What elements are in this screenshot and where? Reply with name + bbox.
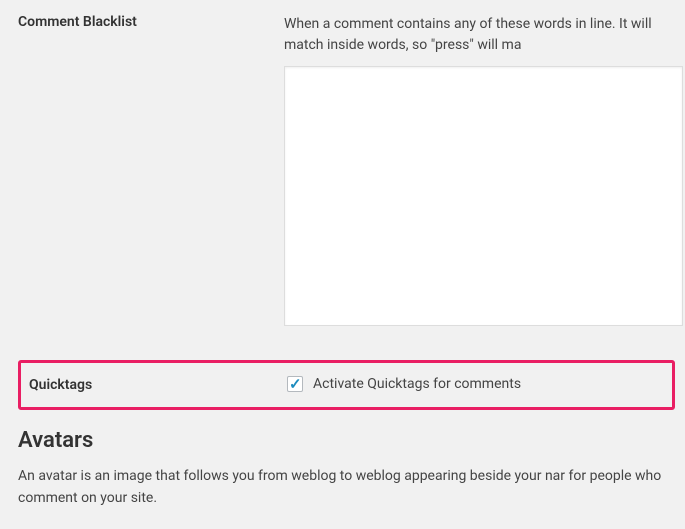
comment-blacklist-field: When a comment contains any of these wor… (284, 14, 685, 330)
quicktags-row: Quicktags Activate Quicktags for comment… (18, 360, 675, 410)
quicktags-label: Quicktags (29, 375, 287, 393)
avatars-description: An avatar is an image that follows you f… (18, 465, 685, 510)
quicktags-field: Activate Quicktags for comments (287, 376, 521, 392)
comment-blacklist-label: Comment Blacklist (18, 14, 284, 30)
quicktags-checkbox-label: Activate Quicktags for comments (313, 376, 521, 392)
quicktags-checkbox[interactable] (287, 376, 303, 392)
comment-blacklist-row: Comment Blacklist When a comment contain… (18, 14, 685, 350)
comment-blacklist-description: When a comment contains any of these wor… (284, 14, 685, 56)
avatars-heading: Avatars (18, 428, 685, 453)
comment-blacklist-textarea[interactable] (284, 66, 683, 326)
